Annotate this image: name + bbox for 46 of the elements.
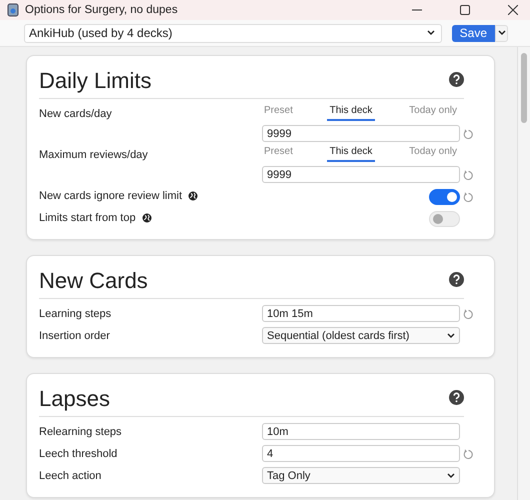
input-field[interactable]: 10m 15m [262,305,460,322]
scope-tab[interactable]: Today only [409,146,457,162]
reset-icon[interactable] [463,449,474,460]
reset-icon[interactable] [463,309,474,320]
chevron-down-icon [426,30,435,36]
setting-label: Insertion order [39,330,110,342]
section-title: Lapses [39,385,110,412]
number-field[interactable]: 9999 [262,125,460,142]
section-title: New Cards [39,267,148,294]
scope-tab[interactable]: This deck [326,146,376,162]
section-title: Daily Limits [39,67,152,94]
scope-tab[interactable]: Preset [264,146,293,162]
close-icon[interactable] [508,5,518,15]
setting-label: Maximum reviews/day [39,149,148,161]
preset-dropdown[interactable]: AnkiHub (used by 4 decks) [24,24,442,42]
dropdown[interactable]: Tag Only [262,467,460,484]
setting-label: New cards ignore review limit [39,190,182,202]
setting-label: New cards/day [39,108,112,120]
help-icon[interactable] [449,272,464,286]
setting-label: Relearning steps [39,426,122,438]
chevron-down-icon [447,472,455,478]
maximize-icon[interactable] [460,5,470,15]
scrollbar[interactable] [517,47,530,500]
chevron-down-icon [498,30,506,36]
scope-tab[interactable]: Preset [264,105,293,121]
dropdown[interactable]: Sequential (oldest cards first) [262,327,460,344]
input-field[interactable]: 10m [262,423,460,440]
setting-label: Limits start from top [39,212,136,224]
setting-label: Leech action [39,470,102,482]
reset-icon[interactable] [463,129,474,140]
help-icon[interactable] [449,72,464,86]
setting-label: Leech threshold [39,448,118,460]
chevron-down-icon [447,332,455,338]
number-field[interactable]: 9999 [262,166,460,183]
save-button[interactable]: Save [452,24,495,42]
scope-tab[interactable]: Today only [409,105,457,121]
help-icon[interactable] [449,390,464,404]
toggle-switch[interactable] [429,189,460,205]
input-field[interactable]: 4 [262,445,460,462]
window-title: Options for Surgery, no dupes [25,4,178,16]
scope-tab[interactable]: This deck [326,105,376,121]
save-menu-button[interactable] [495,24,508,42]
setting-label: Learning steps [39,308,112,320]
reset-icon[interactable] [463,170,474,181]
app-icon [7,3,19,17]
reset-icon[interactable] [463,192,474,203]
